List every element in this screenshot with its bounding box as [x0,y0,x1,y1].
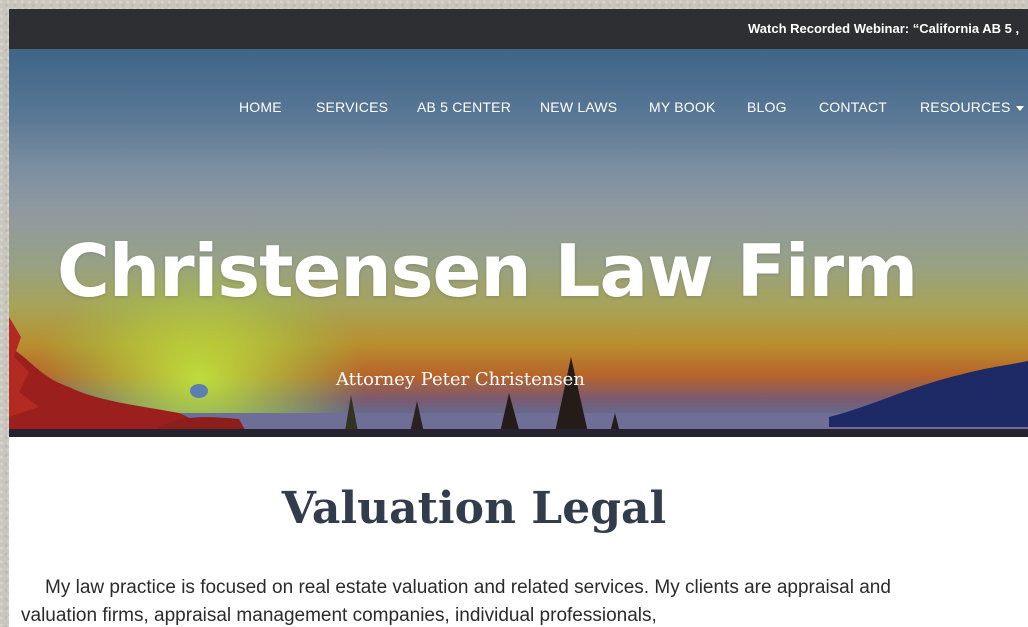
section-heading: Valuation Legal [281,483,667,534]
webinar-announcement-link[interactable]: Watch Recorded Webinar: “California AB 5… [748,9,1028,49]
main-navigation: HOME SERVICES AB 5 CENTER NEW LAWS MY BO… [9,99,1028,119]
nav-resources[interactable]: RESOURCES [920,99,1025,115]
nav-services[interactable]: SERVICES [316,99,388,115]
site-subtitle: Attorney Peter Christensen [336,369,585,390]
hero-banner: HOME SERVICES AB 5 CENTER NEW LAWS MY BO… [9,49,1028,437]
nav-home[interactable]: HOME [239,99,282,115]
announcement-bar: Watch Recorded Webinar: “California AB 5… [9,9,1028,49]
site-title: Christensen Law Firm [57,229,918,313]
nav-ab5-center[interactable]: AB 5 CENTER [417,99,511,115]
intro-paragraph: My law practice is focused on real estat… [21,577,891,626]
nav-resources-label: RESOURCES [920,99,1011,115]
nav-blog[interactable]: BLOG [747,99,787,115]
chevron-down-icon [1016,105,1025,111]
nav-my-book[interactable]: MY BOOK [649,99,716,115]
nav-new-laws[interactable]: NEW LAWS [540,99,617,115]
page: Watch Recorded Webinar: “California AB 5… [9,9,1028,627]
nav-contact[interactable]: CONTACT [819,99,887,115]
